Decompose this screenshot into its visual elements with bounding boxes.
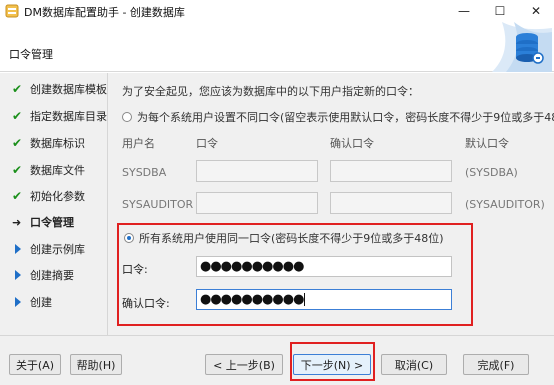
minimize-button[interactable]: — (446, 0, 482, 22)
sysdba-confirm-field (330, 160, 452, 182)
step-password-management: ➜ 口令管理 (12, 213, 74, 231)
app-icon (5, 4, 19, 18)
step-label: 创建示例库 (30, 243, 85, 256)
wizard-header: 口令管理 (0, 22, 554, 72)
database-stack-icon (492, 22, 552, 72)
option-individual-passwords[interactable]: 为每个系统用户设置不同口令(留空表示使用默认口令，密码长度不得少于9位或多于48… (122, 109, 554, 125)
password-label: 口令: (122, 263, 148, 276)
check-icon: ✔ (12, 109, 23, 123)
step-summary: 创建摘要 (12, 266, 74, 284)
confirm-password-input[interactable]: ●●●●●●●●●● (196, 289, 452, 310)
step-db-files: ✔ 数据库文件 (12, 161, 85, 179)
radio-individual[interactable] (122, 112, 132, 122)
step-label: 口令管理 (30, 216, 74, 229)
triangle-right-icon (12, 243, 24, 255)
sysdba-password-field (196, 160, 318, 182)
step-sample-db: 创建示例库 (12, 240, 85, 258)
user-sysdba: SYSDBA (122, 166, 167, 179)
confirm-password-value: ●●●●●●●●●● (200, 292, 304, 307)
window-title: DM数据库配置助手 - 创建数据库 (24, 6, 185, 19)
check-icon: ✔ (12, 136, 23, 150)
step-label: 创建 (30, 296, 52, 309)
wizard-body: ✔ 创建数据库模板 ✔ 指定数据库目录 ✔ 数据库标识 ✔ 数据库文件 ✔ 初始… (0, 73, 554, 335)
intro-text: 为了安全起见，您应该为数据库中的以下用户指定新的口令： (122, 85, 419, 98)
sysauditor-password-field (196, 192, 318, 214)
option-same-password[interactable]: 所有系统用户使用同一口令(密码长度不得少于9位或多于48位) (124, 230, 444, 246)
column-password: 口令 (196, 137, 218, 150)
column-confirm: 确认口令 (330, 137, 374, 150)
radio-same[interactable] (124, 233, 134, 243)
page-title: 口令管理 (9, 48, 53, 61)
check-icon: ✔ (12, 163, 23, 177)
step-db-identity: ✔ 数据库标识 (12, 134, 85, 152)
cancel-button[interactable]: 取消(C) (381, 354, 447, 375)
step-label: 创建摘要 (30, 269, 74, 282)
column-default: 默认口令 (465, 137, 509, 150)
maximize-button[interactable]: ☐ (482, 0, 518, 22)
check-icon: ✔ (12, 189, 23, 203)
title-bar: DM数据库配置助手 - 创建数据库 — ☐ ✕ (0, 0, 554, 22)
step-label: 数据库标识 (30, 137, 85, 150)
triangle-right-icon (12, 269, 24, 281)
sysauditor-default: (SYSAUDITOR) (465, 198, 545, 211)
user-sysauditor: SYSAUDITOR (122, 198, 194, 211)
sysauditor-confirm-field (330, 192, 452, 214)
option-same-label: 所有系统用户使用同一口令(密码长度不得少于9位或多于48位) (139, 232, 444, 245)
about-button[interactable]: 关于(A) (9, 354, 61, 375)
help-button[interactable]: 帮助(H) (70, 354, 122, 375)
step-label: 创建数据库模板 (30, 83, 107, 96)
text-caret (304, 293, 306, 306)
step-create-template: ✔ 创建数据库模板 (12, 80, 107, 98)
step-init-params: ✔ 初始化参数 (12, 187, 85, 205)
confirm-password-label: 确认口令: (122, 297, 170, 310)
column-user: 用户名 (122, 137, 155, 150)
arrow-right-icon: ➜ (12, 216, 22, 229)
step-db-directory: ✔ 指定数据库目录 (12, 107, 107, 125)
next-highlight-box (290, 342, 375, 381)
step-label: 数据库文件 (30, 164, 85, 177)
wizard-footer: 关于(A) 帮助(H) < 上一步(B) 下一步(N) > 取消(C) 完成(F… (0, 335, 554, 385)
step-create: 创建 (12, 293, 52, 311)
step-label: 初始化参数 (30, 190, 85, 203)
close-button[interactable]: ✕ (518, 0, 554, 22)
option-individual-label: 为每个系统用户设置不同口令(留空表示使用默认口令，密码长度不得少于9位或多于48… (137, 111, 554, 124)
prev-button[interactable]: < 上一步(B) (205, 354, 283, 375)
sysdba-default: (SYSDBA) (465, 166, 518, 179)
password-panel: 为了安全起见，您应该为数据库中的以下用户指定新的口令： 为每个系统用户设置不同口… (108, 73, 554, 335)
password-input[interactable]: ●●●●●●●●●● (196, 256, 452, 277)
finish-button[interactable]: 完成(F) (463, 354, 529, 375)
triangle-right-icon (12, 296, 24, 308)
step-label: 指定数据库目录 (30, 110, 107, 123)
check-icon: ✔ (12, 82, 23, 96)
step-sidebar: ✔ 创建数据库模板 ✔ 指定数据库目录 ✔ 数据库标识 ✔ 数据库文件 ✔ 初始… (0, 73, 108, 335)
password-value: ●●●●●●●●●● (200, 259, 304, 274)
